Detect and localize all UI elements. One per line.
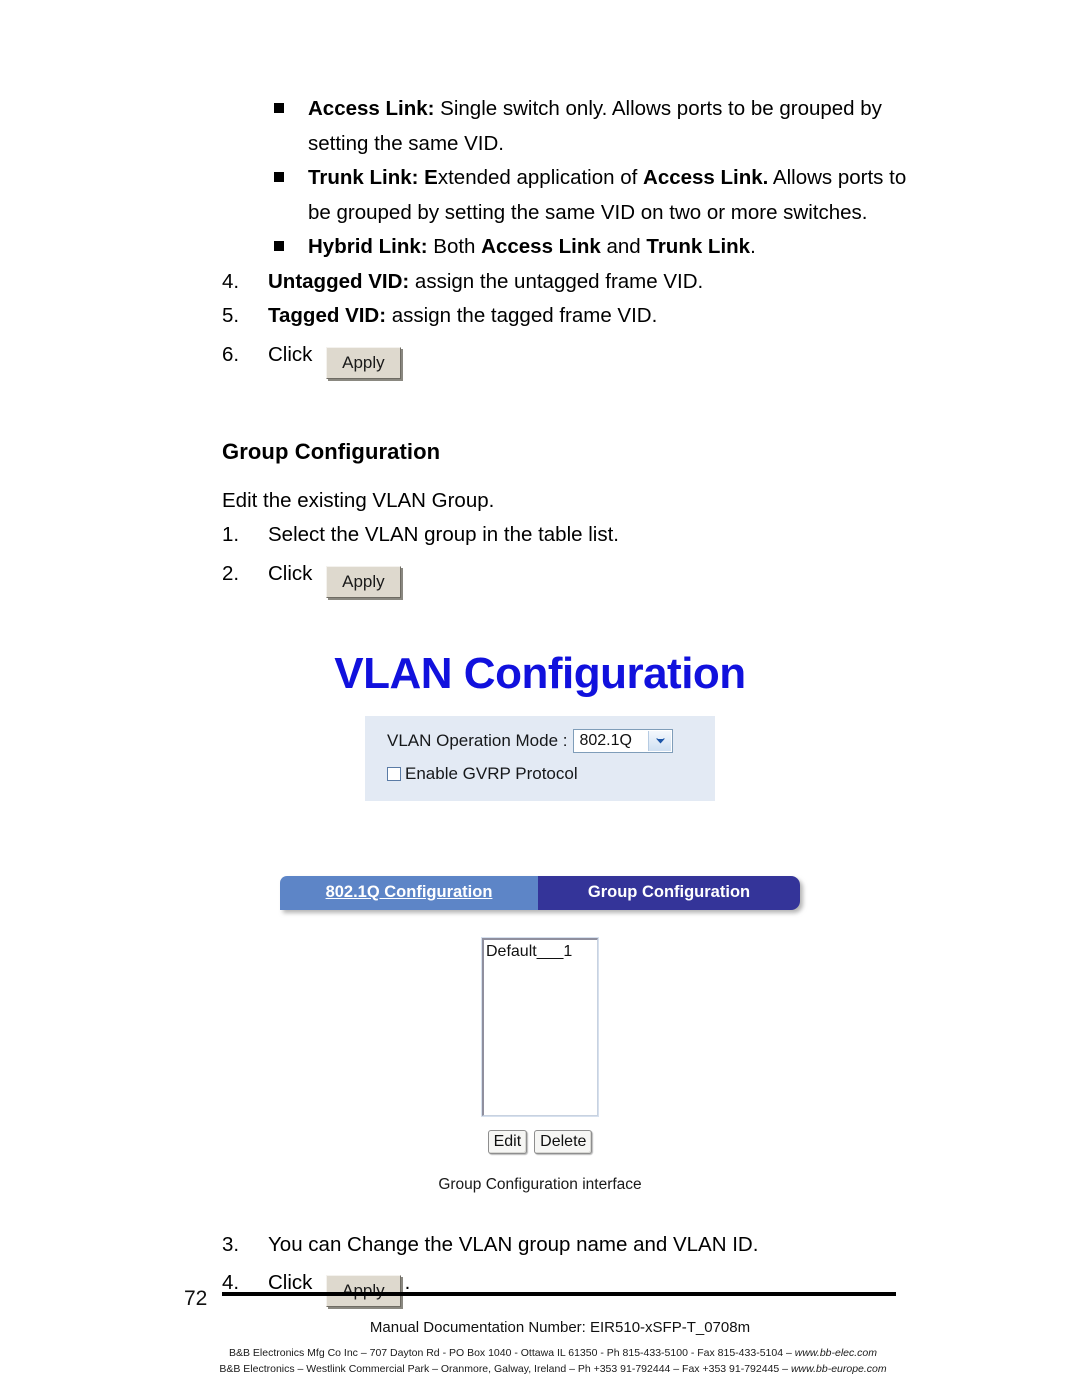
step-item-4: 4. Untagged VID: assign the untagged fra… bbox=[222, 265, 912, 300]
footer-address: B&B Electronics Mfg Co Inc – 707 Dayton … bbox=[0, 1345, 1080, 1377]
footer-address-text-1: B&B Electronics Mfg Co Inc – 707 Dayton … bbox=[228, 1347, 795, 1359]
figure-caption: Group Configuration interface bbox=[438, 1175, 642, 1193]
bullet-text: xtended application of bbox=[437, 166, 644, 189]
vlan-operation-mode-value: 802.1Q bbox=[579, 731, 632, 749]
apply-button[interactable]: Apply bbox=[326, 565, 401, 598]
delete-button[interactable]: Delete bbox=[534, 1129, 593, 1154]
footer-url-1[interactable]: www.bb-elec.com bbox=[795, 1347, 877, 1359]
tab-8021q-configuration[interactable]: 802.1Q Configuration bbox=[280, 875, 538, 910]
tab-label: 802.1Q Configuration bbox=[325, 883, 493, 901]
step-number: 5. bbox=[222, 304, 240, 327]
step-term: Untagged VID: bbox=[268, 269, 410, 293]
step-item-5: 5. Tagged VID: assign the tagged frame V… bbox=[222, 299, 912, 334]
gvrp-row: Enable GVRP Protocol bbox=[387, 764, 715, 784]
tab-label: Group Configuration bbox=[587, 883, 751, 901]
square-bullet-icon bbox=[274, 172, 284, 182]
footer-address-line-2: B&B Electronics – Westlink Commercial Pa… bbox=[26, 1361, 1080, 1377]
enable-gvrp-checkbox[interactable] bbox=[387, 766, 401, 781]
step-number: 4. bbox=[222, 269, 240, 293]
footer-doc-number: Manual Documentation Number: EIR510-xSFP… bbox=[369, 1319, 751, 1336]
square-bullet-icon bbox=[274, 103, 284, 113]
step-text: assign the untagged frame VID. bbox=[409, 269, 704, 293]
section-intro: Edit the existing VLAN Group. bbox=[222, 488, 495, 512]
step-number: 2. bbox=[222, 561, 240, 585]
figure-title: VLAN Configuration bbox=[334, 648, 746, 698]
step-term: Tagged VID: bbox=[268, 304, 387, 327]
bullet-term: Access Link: bbox=[308, 97, 435, 120]
section-heading: Group Configuration bbox=[222, 438, 441, 464]
footer-address-line-1: B&B Electronics Mfg Co Inc – 707 Dayton … bbox=[26, 1345, 1080, 1361]
edit-button[interactable]: Edit bbox=[487, 1129, 528, 1154]
vlan-settings-panel: VLAN Operation Mode : 802.1Q Enable GVRP… bbox=[365, 715, 715, 801]
vlan-operation-mode-select[interactable]: 802.1Q bbox=[573, 728, 674, 753]
list-item: Access Link: Single switch only. Allows … bbox=[268, 92, 912, 161]
chevron-down-icon[interactable] bbox=[648, 730, 672, 751]
step-text: assign the tagged frame VID. bbox=[386, 304, 658, 327]
enable-gvrp-label: Enable GVRP Protocol bbox=[405, 763, 578, 783]
vlan-group-listbox[interactable]: Default___1 bbox=[481, 936, 599, 1117]
bullet-term-2: Access Link. bbox=[643, 166, 769, 189]
vlan-operation-mode-label: VLAN Operation Mode : bbox=[387, 730, 568, 750]
footer-address-text-2: B&B Electronics – Westlink Commercial Pa… bbox=[219, 1363, 791, 1375]
step-item-2: 2. Click Apply bbox=[222, 557, 912, 598]
bullet-term-3: Trunk Link bbox=[646, 235, 751, 258]
step-number: 3. bbox=[222, 1232, 240, 1256]
step-item-6: 6. Click Apply bbox=[222, 338, 912, 379]
list-item: Trunk Link: Extended application of Acce… bbox=[268, 161, 912, 230]
bullet-term-2: Access Link bbox=[481, 235, 601, 258]
step-text: Select the VLAN group in the table list. bbox=[268, 523, 619, 546]
page-content: Access Link: Single switch only. Allows … bbox=[0, 0, 1080, 1307]
vlan-configuration-figure: VLAN Configuration VLAN Operation Mode :… bbox=[0, 648, 1080, 1194]
tab-group-configuration[interactable]: Group Configuration bbox=[538, 875, 800, 910]
step-item-1: 1. Select the VLAN group in the table li… bbox=[222, 518, 912, 553]
square-bullet-icon bbox=[274, 241, 284, 251]
list-item[interactable]: Default___1 bbox=[486, 942, 597, 962]
bullet-text-2: and bbox=[600, 235, 647, 258]
step-text: You can Change the VLAN group name and V… bbox=[268, 1232, 759, 1256]
bullet-text: Both bbox=[427, 235, 482, 258]
footer-divider bbox=[222, 1292, 896, 1296]
apply-button[interactable]: Apply bbox=[326, 346, 401, 379]
list-item: Hybrid Link: Both Access Link and Trunk … bbox=[268, 230, 912, 265]
footer-rule-row: 72 bbox=[0, 1285, 1080, 1311]
list-action-buttons: Edit Delete bbox=[482, 1129, 598, 1154]
step-text: Click bbox=[268, 561, 319, 585]
bullet-term: Hybrid Link: bbox=[308, 235, 428, 258]
vlan-operation-mode-row: VLAN Operation Mode : 802.1Q bbox=[387, 728, 715, 753]
manual-page: Access Link: Single switch only. Allows … bbox=[0, 0, 1080, 1397]
footer-url-2[interactable]: www.bb-europe.com bbox=[791, 1363, 887, 1375]
group-list-area: Default___1 Edit Delete bbox=[481, 936, 599, 1154]
bullet-term: Trunk Link: E bbox=[308, 166, 438, 189]
configuration-tabs: 802.1Q Configuration Group Configuration bbox=[280, 875, 800, 910]
step-text: Click bbox=[268, 342, 319, 366]
bullet-text-3: . bbox=[750, 235, 756, 258]
step-item-3: 3. You can Change the VLAN group name an… bbox=[222, 1228, 912, 1263]
step-number: 6. bbox=[222, 342, 240, 366]
page-number: 72 bbox=[184, 1287, 208, 1310]
link-type-bullet-list: Access Link: Single switch only. Allows … bbox=[0, 92, 1080, 265]
page-footer: 72 Manual Documentation Number: EIR510-x… bbox=[0, 1285, 1080, 1377]
step-number: 1. bbox=[222, 523, 240, 546]
